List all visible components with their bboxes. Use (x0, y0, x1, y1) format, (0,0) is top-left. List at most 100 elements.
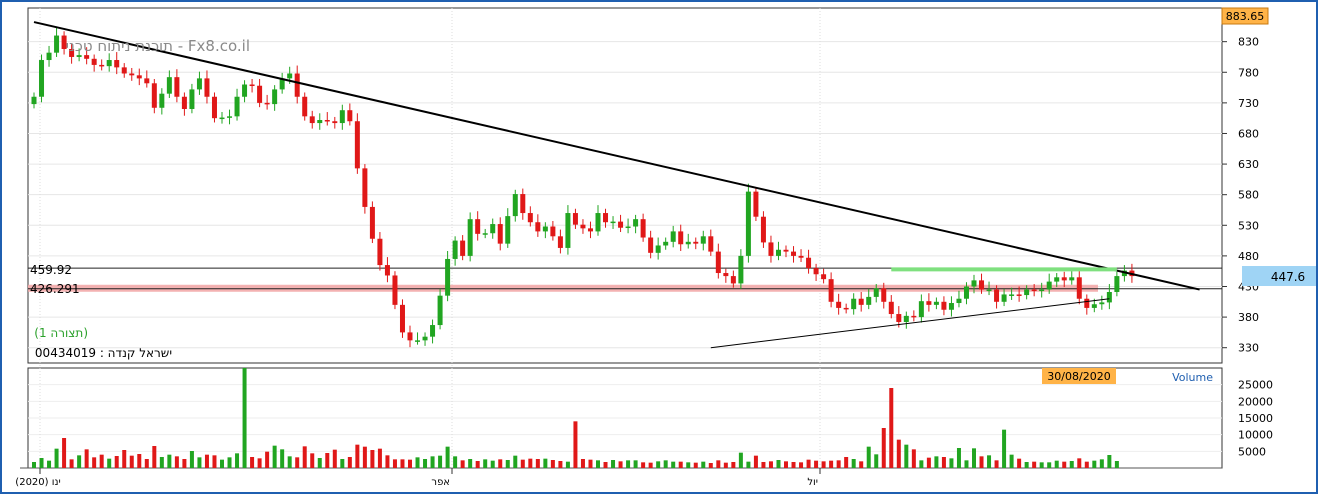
volume-bar (1114, 461, 1119, 468)
candle-body (881, 288, 887, 302)
volume-bar (603, 462, 608, 468)
volume-bar (1054, 460, 1059, 468)
candle-body (399, 304, 405, 333)
candle-body (166, 77, 172, 94)
candle-body (813, 268, 819, 275)
candle-body (309, 116, 315, 124)
volume-bar (453, 456, 458, 468)
candle-body (302, 96, 308, 117)
volume-bar (460, 460, 465, 468)
volume-bar (498, 459, 503, 468)
candle-body (1076, 277, 1082, 299)
level-label-upper: 459.92 (30, 263, 72, 277)
view-label[interactable]: (תצורה 1) (34, 326, 88, 340)
candle-body (362, 168, 368, 207)
volume-bar (107, 458, 112, 468)
volume-bar (708, 463, 713, 468)
volume-bar (738, 452, 743, 468)
price-axis: 830780730680630580530480430380330 (1222, 36, 1259, 355)
volume-bar (385, 455, 390, 468)
candle-body (354, 121, 360, 169)
volume-bar (408, 459, 412, 468)
candle-body (219, 117, 225, 120)
price-tick-label: 780 (1238, 66, 1259, 79)
time-tick-label: אפר (431, 477, 450, 488)
volume-bar (445, 446, 450, 468)
price-tick-label: 330 (1238, 342, 1259, 355)
candle-body (745, 191, 751, 256)
candle-body (54, 35, 60, 53)
candle-body (512, 194, 518, 217)
volume-bar (926, 457, 931, 468)
volume-bar (776, 460, 781, 468)
volume-bar (122, 450, 127, 468)
candle-body (730, 276, 736, 284)
candle-body (663, 241, 669, 246)
volume-bar (69, 459, 74, 468)
volume-bar (92, 457, 97, 468)
candle-body (760, 216, 766, 243)
volume-bar (377, 448, 382, 468)
candle-body (791, 251, 797, 256)
candle-body (1084, 298, 1090, 308)
candle-body (99, 64, 105, 67)
candle-body (332, 121, 338, 124)
volume-bar (844, 457, 849, 468)
volume-bar (1107, 455, 1112, 468)
price-tick-label: 530 (1238, 219, 1259, 232)
candle-body (572, 213, 578, 225)
candlestick-chart[interactable]: 830780730680630580530480430380330 250002… (0, 0, 1318, 494)
volume-bar (317, 458, 322, 468)
volume-bar (1077, 458, 1082, 468)
volume-bar (1092, 460, 1097, 468)
volume-bar (987, 455, 992, 468)
candle-body (430, 325, 436, 337)
candle-body (806, 257, 812, 269)
candle-body (1114, 276, 1120, 292)
volume-bar (535, 459, 540, 468)
chart-window: 830 780 730 680 630 580 530 480 430 380 330 25000 2… (0, 0, 1318, 494)
volume-bar (129, 455, 134, 468)
candle-body (625, 226, 631, 229)
candle-body (828, 279, 834, 302)
candle-body (31, 96, 37, 105)
volume-bar (1009, 454, 1014, 468)
volume-bar (483, 459, 488, 468)
candle-body (136, 75, 142, 79)
volume-bar (280, 449, 285, 468)
volume-bar (731, 462, 736, 468)
candle-body (655, 245, 661, 253)
volume-bar (144, 459, 149, 468)
volume-bar (859, 461, 864, 468)
volume-bar (851, 459, 856, 468)
candle-body (979, 280, 985, 290)
time-tick-label: יול (807, 477, 818, 488)
candle-body (39, 60, 45, 97)
candle-body (505, 216, 511, 244)
volume-bar (716, 460, 721, 468)
volume-bar (896, 439, 901, 468)
volume-bar (686, 462, 691, 468)
candle-body (956, 298, 962, 304)
volume-bar (791, 462, 796, 468)
candle-body (836, 301, 842, 308)
volume-bar (235, 453, 240, 468)
candle-body (685, 241, 691, 245)
candle-body (227, 116, 233, 118)
time-tick-label: ינו (2020) (15, 477, 60, 488)
candle-body (1046, 281, 1052, 290)
volume-bar (310, 453, 315, 468)
volume-bar (302, 446, 307, 468)
volume-bar (152, 446, 157, 468)
volume-bar (866, 446, 871, 468)
volume-bar (1017, 458, 1022, 468)
volume-bar (588, 459, 593, 468)
candle-body (738, 255, 744, 284)
candle-body (580, 224, 586, 229)
volume-bar (611, 460, 616, 468)
candle-body (129, 73, 135, 76)
candle-body (715, 251, 721, 274)
candle-body (249, 84, 255, 87)
candle-body (181, 96, 187, 109)
candle-body (144, 78, 150, 84)
